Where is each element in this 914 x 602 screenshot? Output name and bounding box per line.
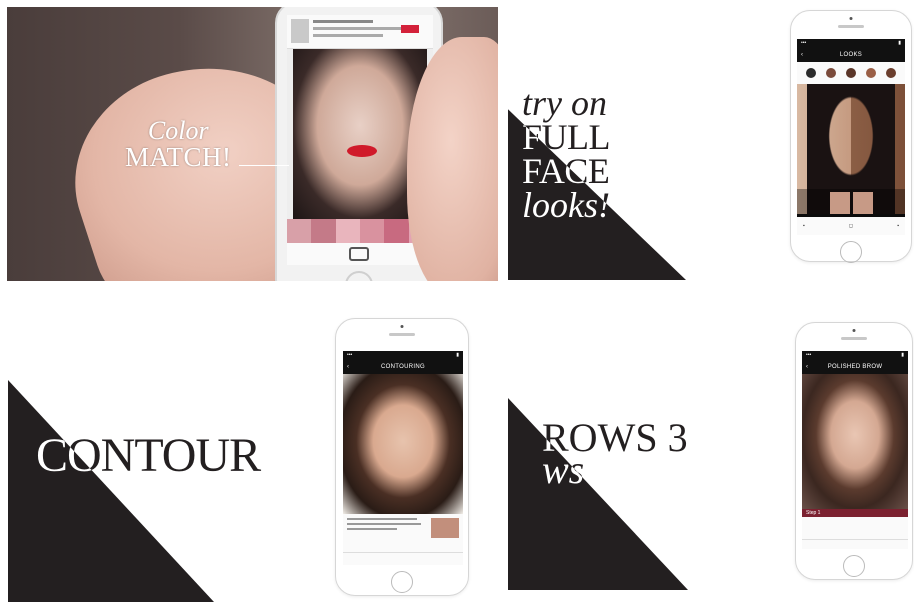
look-option[interactable] bbox=[866, 68, 876, 78]
camera-bar bbox=[287, 243, 433, 265]
status-bar: ••• ▮ bbox=[343, 351, 463, 360]
color-match-caption: Color MATCH! bbox=[125, 116, 232, 172]
speaker bbox=[389, 333, 415, 336]
look-picker[interactable] bbox=[797, 62, 905, 84]
polished-brow-screen: ••• ▮ ‹ POLISHED BROW Step 1 bbox=[802, 351, 908, 549]
step-pager[interactable] bbox=[802, 539, 908, 549]
inverted-text-layer: CONTOUR bbox=[8, 380, 214, 602]
step-pager[interactable] bbox=[343, 552, 463, 565]
color-match-line1: Color bbox=[147, 116, 209, 145]
compare-tab[interactable]: ▪ bbox=[897, 223, 899, 229]
trend-tab[interactable]: ▪ bbox=[803, 223, 805, 229]
swatch[interactable] bbox=[287, 219, 312, 243]
lipstick-overlay bbox=[347, 145, 377, 157]
look-thumbnails[interactable] bbox=[797, 189, 905, 217]
contour-headline-tail: CONTOUR bbox=[214, 429, 261, 482]
look-option[interactable] bbox=[806, 68, 816, 78]
screen-header: ‹ POLISHED BROW bbox=[802, 360, 908, 374]
status-bar: ••• ▮ bbox=[802, 351, 908, 360]
pointer-line bbox=[239, 165, 289, 166]
screen-title: CONTOURING bbox=[381, 364, 425, 370]
screen-title: POLISHED BROW bbox=[827, 364, 883, 370]
contouring-phone: ••• ▮ ‹ CONTOURING bbox=[335, 318, 469, 596]
status-bar: ••• ▮ bbox=[797, 39, 905, 48]
contouring-screen: ••• ▮ ‹ CONTOURING bbox=[343, 351, 463, 565]
home-button[interactable] bbox=[391, 571, 413, 593]
looks-screen: ••• ▮ ‹ LOOKS ▪ ◻ ▪ bbox=[797, 39, 905, 235]
screen-title: LOOKS bbox=[839, 52, 863, 58]
camera-icon[interactable] bbox=[349, 247, 369, 261]
speaker bbox=[841, 337, 867, 340]
back-icon[interactable]: ‹ bbox=[801, 48, 803, 62]
looks-phone: ••• ▮ ‹ LOOKS ▪ ◻ ▪ bbox=[790, 10, 912, 263]
back-icon[interactable]: ‹ bbox=[806, 360, 808, 374]
step-label: Step 1 bbox=[802, 509, 908, 517]
face-preview bbox=[802, 374, 908, 509]
product-thumbnail bbox=[291, 19, 309, 43]
tutorial-thumbnail[interactable] bbox=[431, 518, 459, 538]
instruction-card bbox=[802, 517, 908, 539]
swatch[interactable] bbox=[384, 219, 409, 243]
color-match-line2: MATCH! bbox=[125, 142, 232, 172]
face-preview bbox=[343, 374, 463, 514]
polished-brow-phone: ••• ▮ ‹ POLISHED BROW Step 1 bbox=[795, 322, 913, 580]
look-option[interactable] bbox=[826, 68, 836, 78]
headline-line1: try on bbox=[522, 86, 607, 123]
contour-overflow: CONTOUR bbox=[214, 380, 334, 602]
product-bar bbox=[287, 15, 433, 49]
speaker bbox=[838, 25, 864, 28]
contour-graphic: CONTOUR CONTOUR bbox=[8, 380, 214, 602]
camera-icon[interactable]: ◻ bbox=[849, 223, 853, 229]
look-thumbnail[interactable] bbox=[829, 192, 850, 214]
full-face-graphic: try on FULL FACE looks! try on FULL FACE… bbox=[508, 86, 686, 280]
screen-header: ‹ CONTOURING bbox=[343, 360, 463, 374]
home-button[interactable] bbox=[345, 271, 373, 281]
instruction-card bbox=[343, 514, 463, 552]
back-icon[interactable]: ‹ bbox=[347, 360, 349, 374]
home-button[interactable] bbox=[840, 241, 862, 263]
screen-header: ‹ LOOKS bbox=[797, 48, 905, 62]
swatch[interactable] bbox=[311, 219, 336, 243]
look-thumbnail[interactable] bbox=[852, 192, 873, 214]
bottom-toolbar: ▪ ◻ ▪ bbox=[797, 217, 905, 235]
look-option[interactable] bbox=[846, 68, 856, 78]
swatch[interactable] bbox=[359, 219, 385, 243]
home-button[interactable] bbox=[843, 555, 865, 577]
brows-graphic: ROWS 3 ws ROWS 3 ws bbox=[508, 398, 688, 590]
swatch[interactable] bbox=[335, 219, 360, 243]
add-to-bag-button[interactable] bbox=[401, 25, 419, 33]
color-match-photo: Color MATCH! bbox=[7, 7, 498, 281]
look-option[interactable] bbox=[886, 68, 896, 78]
